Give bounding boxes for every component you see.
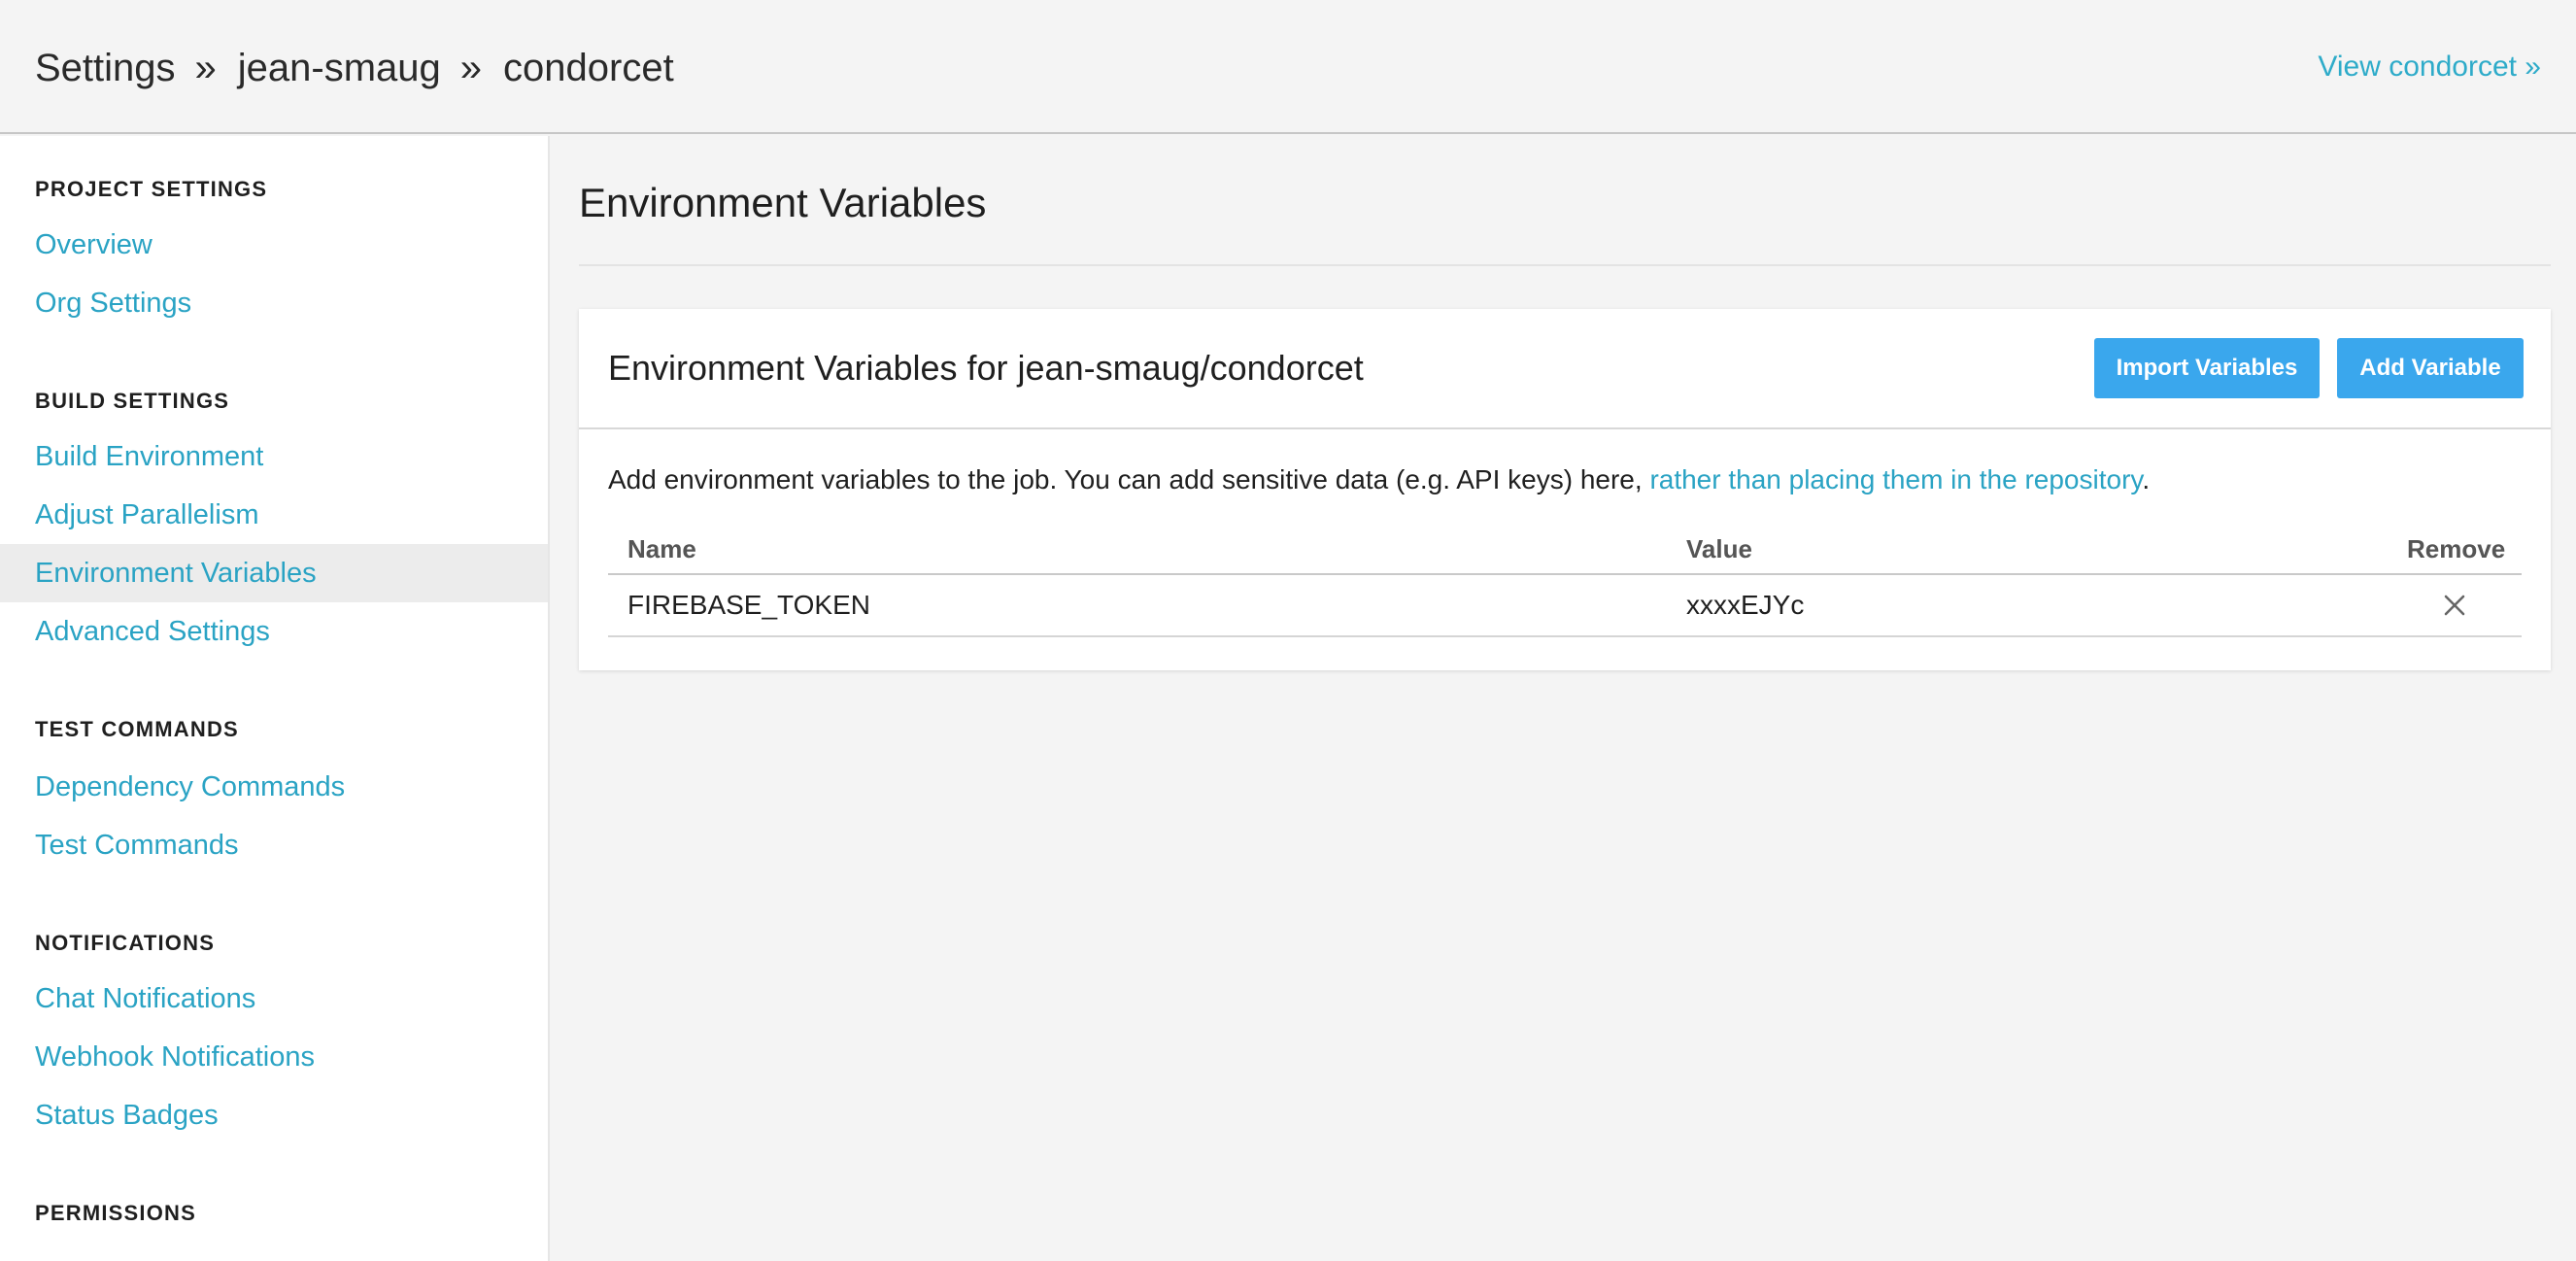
column-header-value: Value [1686, 534, 1752, 563]
sidebar-item-org-settings[interactable]: Org Settings [0, 274, 548, 332]
sidebar-item-webhook-notifications[interactable]: Webhook Notifications [0, 1028, 548, 1086]
sidebar-heading-permissions: PERMISSIONS [35, 1201, 197, 1225]
card-header: Environment Variables for jean-smaug/con… [579, 309, 2551, 429]
sidebar-item-adjust-parallelism[interactable]: Adjust Parallelism [0, 486, 548, 544]
sidebar-item-dependency-commands[interactable]: Dependency Commands [0, 758, 548, 816]
description-suffix: . [2142, 464, 2151, 494]
sidebar-heading-build-settings: BUILD SETTINGS [35, 389, 230, 413]
table-header-divider [608, 573, 2522, 575]
breadcrumb: Settings » jean-smaug » condorcet [35, 43, 674, 93]
sidebar-item-build-environment[interactable]: Build Environment [0, 427, 548, 486]
sidebar-heading-test-commands: TEST COMMANDS [35, 717, 239, 741]
cell-variable-name: FIREBASE_TOKEN [627, 590, 871, 620]
sidebar-item-test-commands[interactable]: Test Commands [0, 816, 548, 874]
sidebar-item-overview[interactable]: Overview [0, 216, 548, 274]
breadcrumb-separator: » [194, 47, 217, 89]
sidebar-item-status-badges[interactable]: Status Badges [0, 1086, 548, 1144]
sidebar-item-advanced-settings[interactable]: Advanced Settings [0, 602, 548, 661]
import-variables-button[interactable]: Import Variables [2094, 338, 2320, 398]
close-icon[interactable] [2440, 591, 2469, 620]
breadcrumb-settings[interactable]: Settings [35, 47, 176, 89]
table-row-divider [608, 635, 2522, 637]
breadcrumb-separator: » [459, 47, 483, 89]
sidebar-heading-project-settings: PROJECT SETTINGS [35, 177, 268, 201]
title-divider [579, 264, 2551, 266]
repository-link[interactable]: rather than placing them in the reposito… [1649, 464, 2142, 494]
sidebar-item-chat-notifications[interactable]: Chat Notifications [0, 970, 548, 1028]
settings-sidebar: PROJECT SETTINGS Overview Org Settings B… [0, 136, 550, 1261]
add-variable-button[interactable]: Add Variable [2337, 338, 2524, 398]
view-project-link[interactable]: View condorcet » [2318, 49, 2541, 85]
sidebar-item-environment-variables[interactable]: Environment Variables [0, 544, 548, 602]
cell-variable-value: xxxxEJYc [1686, 590, 1805, 620]
card-title: Environment Variables for jean-smaug/con… [608, 348, 1364, 388]
breadcrumb-project: condorcet [503, 47, 674, 89]
column-header-remove: Remove [2407, 534, 2506, 563]
sidebar-heading-notifications: NOTIFICATIONS [35, 931, 216, 955]
description-text: Add environment variables to the job. Yo… [608, 464, 1650, 494]
column-header-name: Name [627, 534, 696, 563]
page-header: Settings » jean-smaug » condorcet View condo… [0, 0, 2576, 134]
env-vars-card: Environment Variables for jean-smaug/con… [579, 309, 2551, 670]
breadcrumb-org[interactable]: jean-smaug [238, 47, 441, 89]
page-title: Environment Variables [579, 180, 987, 225]
card-description: Add environment variables to the job. Yo… [608, 462, 2150, 497]
